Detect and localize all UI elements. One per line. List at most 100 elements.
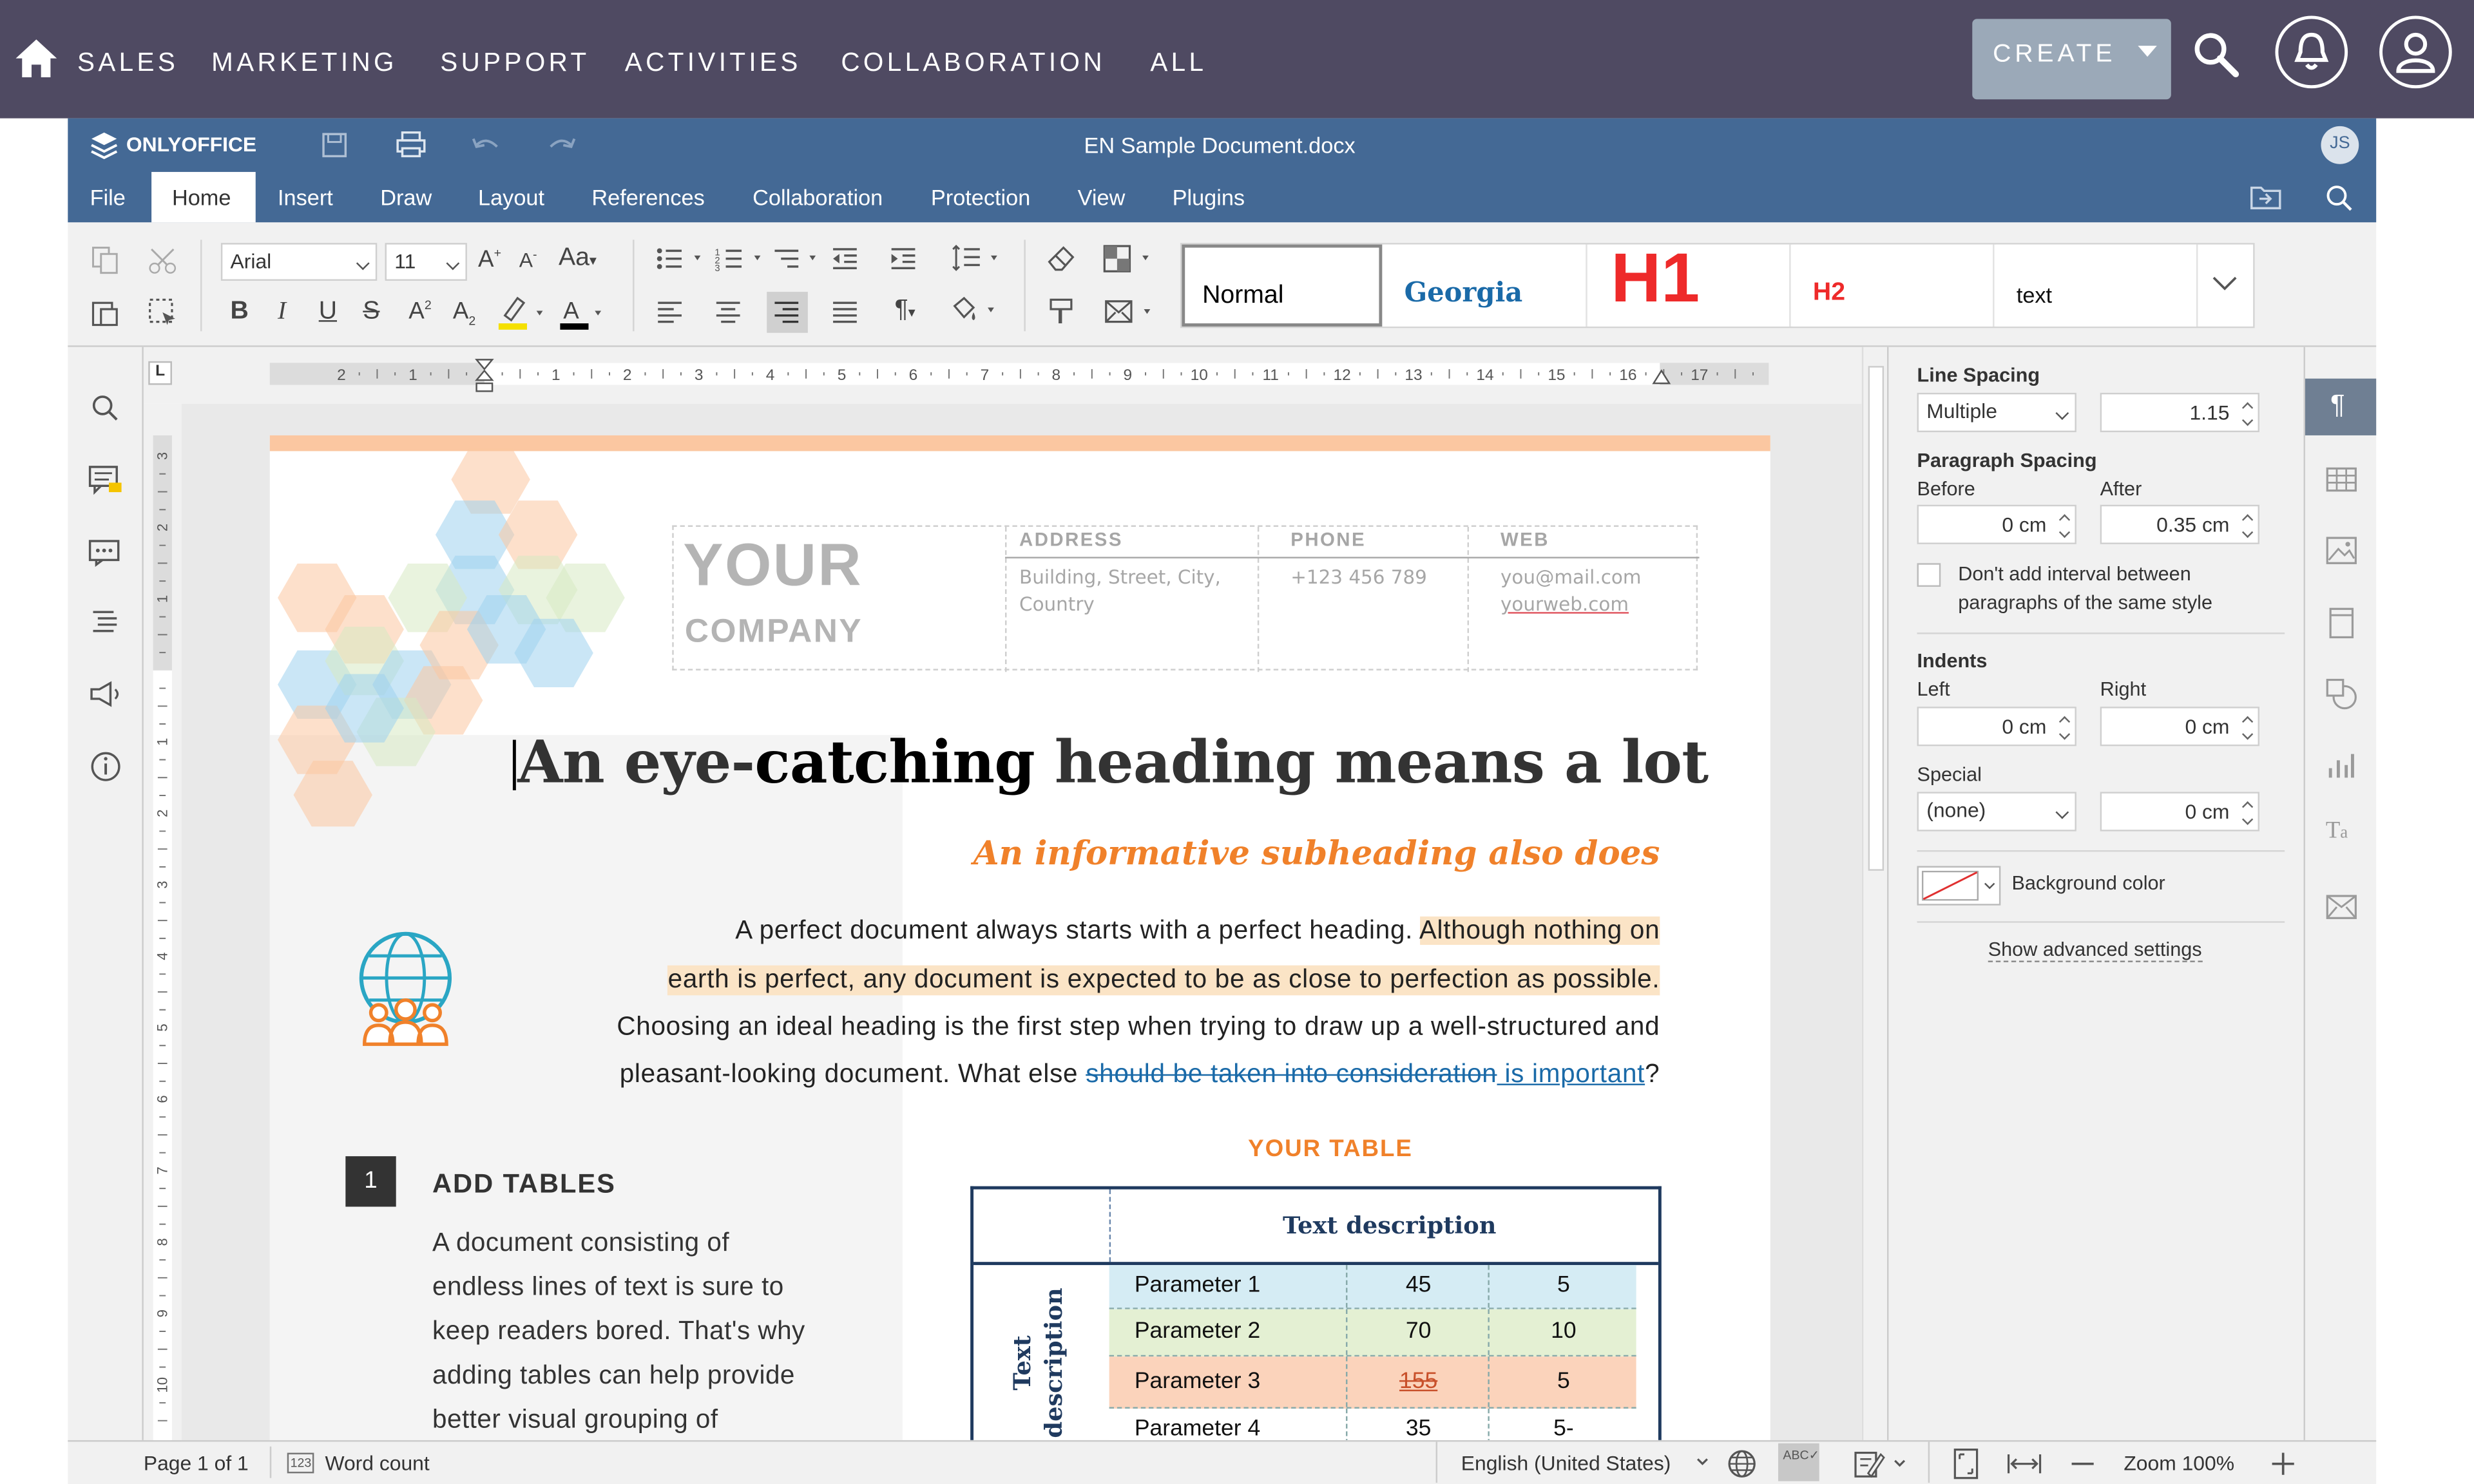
bullet-list-icon[interactable] [655, 246, 711, 271]
tracked-insertion[interactable]: is important [1497, 1060, 1645, 1089]
superscript-icon[interactable]: A2 [408, 298, 431, 325]
spacing-before-input[interactable]: 0 cm [1917, 504, 2076, 544]
fit-page-icon[interactable] [1953, 1448, 1979, 1479]
zoom-level[interactable]: Zoom 100% [2124, 1451, 2234, 1475]
indent-right-input[interactable]: 0 cm [2100, 707, 2259, 747]
font-color-icon[interactable]: A [557, 294, 610, 332]
mail-merge-settings-icon[interactable] [2326, 895, 2357, 920]
header-search-icon[interactable] [2326, 185, 2354, 213]
font-name-select[interactable]: Arial [220, 243, 378, 281]
style-h1[interactable]: H1 [1589, 240, 1791, 327]
tab-file[interactable]: File [90, 185, 126, 210]
paste-icon[interactable] [91, 298, 120, 327]
document-page[interactable]: YOUR COMPANY ADDRESS PHONE WEB Building,… [269, 435, 1770, 1440]
nonprinting-characters-icon[interactable]: ¶▾ [895, 296, 916, 325]
tab-insert[interactable]: Insert [278, 185, 333, 210]
website-value[interactable]: yourweb.com [1501, 593, 1629, 615]
bold-icon[interactable]: B [231, 298, 249, 327]
navigation-icon[interactable] [91, 609, 120, 634]
line-spacing-icon[interactable] [952, 244, 1005, 273]
format-painter-icon[interactable] [1050, 298, 1075, 327]
style-h2[interactable]: H2 [1792, 244, 1995, 327]
chat-icon[interactable] [88, 537, 123, 568]
scrollbar-thumb[interactable] [1868, 366, 1884, 871]
copy-icon[interactable] [91, 246, 120, 274]
align-center-icon[interactable] [714, 300, 743, 325]
align-right-icon[interactable] [773, 300, 801, 325]
tab-home[interactable]: Home [172, 185, 231, 210]
table-row[interactable]: Parameter 4 35 5- [1109, 1408, 1636, 1440]
select-all-icon[interactable] [148, 298, 177, 327]
profile-button[interactable] [2379, 15, 2452, 89]
tab-layout[interactable]: Layout [478, 185, 544, 210]
justify-icon[interactable] [832, 300, 860, 325]
home-icon[interactable] [14, 38, 59, 79]
align-left-icon[interactable] [657, 300, 685, 325]
change-case-icon[interactable]: Aa▾ [559, 245, 597, 273]
table-row[interactable]: Parameter 1 45 5 [1109, 1265, 1636, 1309]
numbered-list-icon[interactable]: 123 [714, 246, 771, 271]
vertical-scrollbar[interactable] [1861, 347, 1888, 1440]
comments-icon[interactable] [88, 465, 123, 497]
header-footer-settings-icon[interactable] [2329, 607, 2354, 639]
paragraph-settings-tab[interactable]: ¶ [2305, 378, 2377, 435]
line-spacing-mode-select[interactable]: Multiple [1917, 392, 2076, 433]
chart-settings-icon[interactable] [2327, 751, 2355, 779]
zoom-out-icon[interactable] [2071, 1462, 2094, 1465]
paragraph-shading-icon[interactable] [948, 296, 1002, 325]
tab-references[interactable]: References [591, 185, 704, 210]
feedback-icon[interactable] [88, 680, 123, 709]
clear-style-icon[interactable] [1048, 246, 1076, 271]
save-icon[interactable] [322, 133, 347, 158]
create-button[interactable]: CREATE [1972, 19, 2171, 100]
mail-merge-icon[interactable] [1104, 300, 1158, 325]
font-size-select[interactable]: 11 [385, 243, 467, 281]
no-interval-checkbox[interactable] [1917, 563, 1941, 587]
redo-icon[interactable] [548, 136, 576, 155]
notifications-button[interactable] [2275, 15, 2348, 89]
strikethrough-icon[interactable]: S [363, 298, 379, 327]
subscript-icon[interactable]: A2 [453, 298, 475, 328]
background-color-picker[interactable] [1917, 866, 2001, 906]
zoom-in-icon[interactable] [2272, 1452, 2294, 1475]
first-line-indent-marker[interactable] [475, 358, 494, 396]
show-advanced-settings-link[interactable]: Show advanced settings [1988, 938, 2202, 962]
nav-all[interactable]: ALL [1150, 49, 1207, 79]
cut-icon[interactable] [148, 246, 177, 274]
decrease-font-icon[interactable]: A- [519, 247, 537, 272]
increase-indent-icon[interactable] [890, 246, 918, 271]
find-icon[interactable] [91, 394, 120, 423]
line-spacing-value-input[interactable]: 1.15 [2100, 392, 2259, 433]
page-indicator[interactable]: Page 1 of 1 [144, 1451, 249, 1475]
language-selector[interactable]: English (United States) [1461, 1451, 1671, 1475]
style-text[interactable]: text [1995, 244, 2198, 327]
multilevel-list-icon[interactable] [773, 246, 827, 271]
word-count-button[interactable]: Word count [325, 1451, 429, 1475]
fit-width-icon[interactable] [2007, 1453, 2042, 1475]
user-avatar[interactable]: JS [2321, 126, 2359, 164]
italic-icon[interactable]: I [278, 298, 286, 327]
style-gallery-expand-icon[interactable] [2212, 276, 2237, 292]
image-settings-icon[interactable] [2326, 537, 2357, 565]
nav-sales[interactable]: SALES [77, 49, 178, 79]
data-table[interactable]: Text description Text description Parame… [970, 1186, 1662, 1440]
table-row[interactable]: Parameter 2 70 10 [1109, 1309, 1636, 1357]
about-icon[interactable] [90, 751, 122, 783]
decrease-indent-icon[interactable] [832, 246, 860, 271]
shape-settings-icon[interactable] [2326, 678, 2357, 710]
spell-check-toggle[interactable]: ABC✓ [1778, 1443, 1819, 1481]
nav-collaboration[interactable]: COLLABORATION [841, 49, 1106, 79]
print-icon[interactable] [396, 131, 427, 158]
search-icon[interactable] [2193, 32, 2240, 79]
text-art-settings-icon[interactable]: Ta [2326, 819, 2348, 846]
spacing-after-input[interactable]: 0.35 cm [2100, 504, 2259, 544]
nav-activities[interactable]: ACTIVITIES [625, 49, 801, 79]
undo-icon[interactable] [472, 136, 500, 155]
indent-left-input[interactable]: 0 cm [1917, 707, 2076, 747]
open-file-location-icon[interactable] [2250, 185, 2281, 210]
tab-view[interactable]: View [1078, 185, 1126, 210]
tab-draw[interactable]: Draw [380, 185, 432, 210]
nav-marketing[interactable]: MARKETING [211, 49, 398, 79]
tab-protection[interactable]: Protection [931, 185, 1030, 210]
table-row[interactable]: Parameter 3 155 5 [1109, 1356, 1636, 1409]
